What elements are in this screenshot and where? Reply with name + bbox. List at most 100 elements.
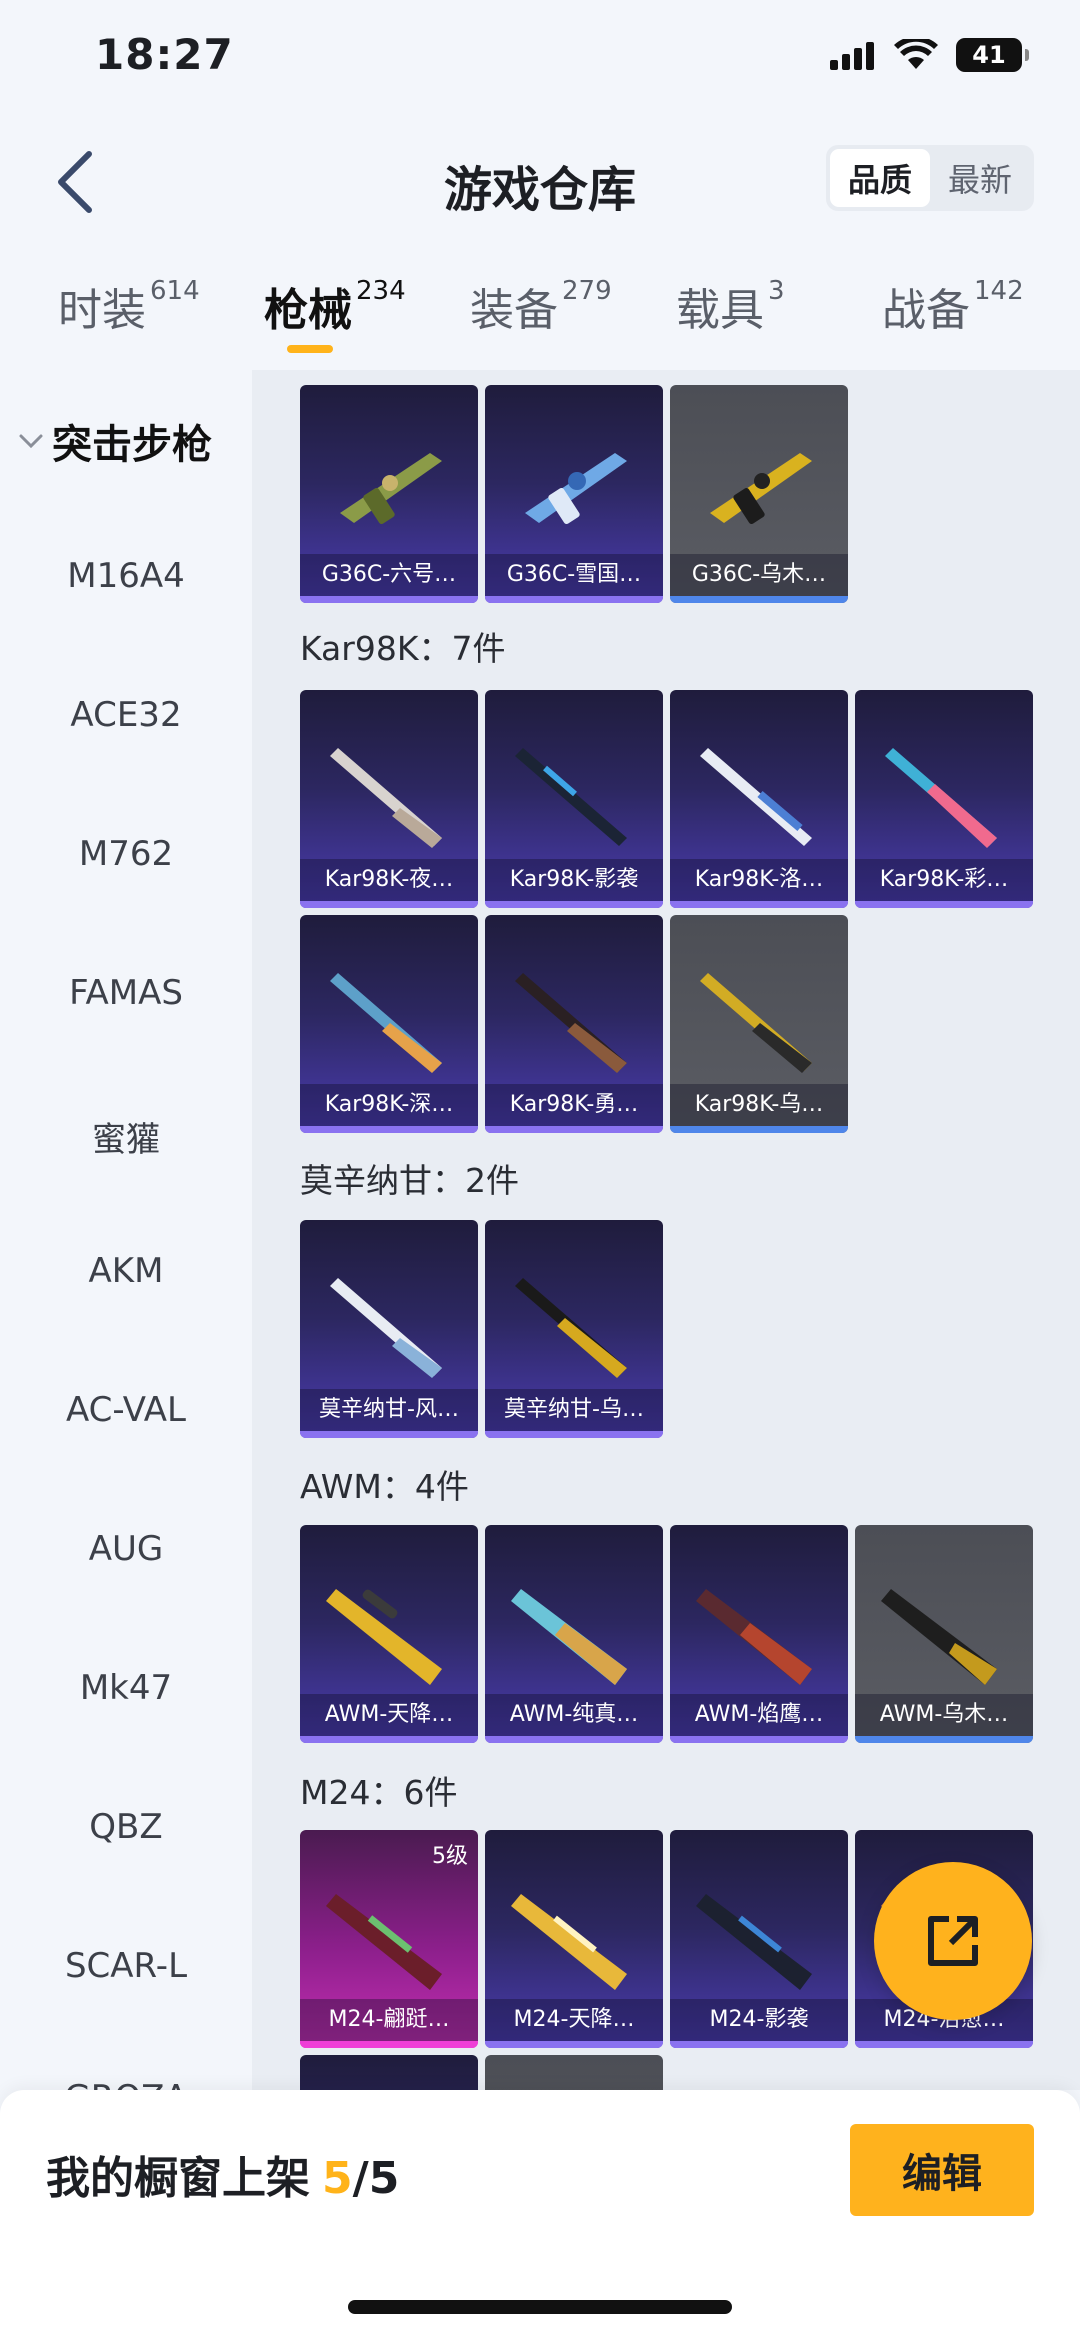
external-link-icon [928,1916,978,1966]
sort-newest-button[interactable]: 最新 [930,149,1030,207]
weapon-card[interactable]: Kar98K-夜… [300,690,478,908]
showcase-total: /5 [352,2153,400,2204]
weapon-card[interactable] [300,2055,478,2090]
weapon-type-sidebar: 突击步枪 M16A4 ACE32 M762 FAMAS 蜜獾 AKM AC-VA… [0,370,252,2090]
weapon-card[interactable]: AWM-纯真… [485,1525,663,1743]
weapon-card[interactable]: G36C-乌木… [670,385,848,603]
home-indicator [348,2300,732,2314]
weapon-name: M24-天降… [485,1999,663,2041]
tab-label: 载具 [676,285,764,336]
group-title: M24：6件 [300,1773,458,1812]
weapon-card[interactable]: Kar98K-乌… [670,915,848,1133]
weapon-card[interactable]: Kar98K-深… [300,915,478,1133]
sniper-rifle-icon [885,748,997,848]
weapon-card[interactable]: G36C-雪国… [485,385,663,603]
group-title: AWM：4件 [300,1467,469,1506]
sidebar-item-scar-l[interactable]: SCAR-L [0,1946,252,1986]
wifi-icon [894,39,938,69]
tab-count: 142 [974,276,1024,306]
sidebar-item-mk47[interactable]: Mk47 [0,1668,252,1708]
sidebar-item-ace32[interactable]: ACE32 [0,695,252,735]
tab-label: 枪械 [264,285,352,336]
rifle-icon [525,453,627,525]
weapon-name: Kar98K-夜… [300,859,478,901]
sidebar-item-groza[interactable]: GROZA [0,2078,252,2090]
weapon-name: 莫辛纳甘-乌… [485,1389,663,1431]
tab-fashion[interactable]: 时装 614 [58,274,200,338]
sidebar-item-m762[interactable]: M762 [0,834,252,874]
status-icons: 41 [830,38,1029,72]
weapon-card[interactable]: Kar98K-洛… [670,690,848,908]
weapon-card[interactable]: G36C-六号… [300,385,478,603]
tab-count: 614 [150,276,200,306]
weapon-card[interactable] [485,2055,663,2090]
sniper-rifle-icon [326,1589,442,1685]
sniper-rifle-icon [515,973,627,1073]
cellular-signal-icon [830,42,874,70]
weapon-name: Kar98K-影袭 [485,859,663,901]
weapon-card[interactable]: Kar98K-勇… [485,915,663,1133]
showcase-count: 5 [322,2153,353,2204]
back-button[interactable] [40,142,110,222]
sniper-rifle-icon [700,973,812,1073]
status-bar: 18:27 41 [0,0,1080,120]
weapon-name: AWM-天降… [300,1694,478,1736]
edit-button[interactable]: 编辑 [850,2124,1034,2216]
battery-icon: 41 [956,38,1029,72]
active-tab-indicator [287,345,333,353]
sniper-rifle-icon [700,748,812,846]
weapon-card[interactable]: AWM-乌木… [855,1525,1033,1743]
sniper-rifle-icon [330,973,442,1073]
weapon-name: G36C-乌木… [670,554,848,596]
weapon-card[interactable]: Kar98K-彩… [855,690,1033,908]
sniper-rifle-icon [881,1589,997,1685]
weapon-name: M24-翩跹… [300,1999,478,2041]
group-title: Kar98K：7件 [300,629,506,668]
weapon-name: AWM-焰鹰… [670,1694,848,1736]
weapon-name: 莫辛纳甘-风… [300,1389,478,1431]
chevron-down-icon [19,434,43,449]
weapon-card[interactable]: AWM-天降… [300,1525,478,1743]
rifle-icon [340,453,442,525]
tab-label: 装备 [470,285,558,336]
weapon-card[interactable]: AWM-焰鹰… [670,1525,848,1743]
sidebar-item-famas[interactable]: FAMAS [0,973,252,1013]
weapon-card[interactable]: 5级 M24-翩跹… [300,1830,478,2048]
tab-supplies[interactable]: 战备 142 [882,274,1024,338]
weapon-name: G36C-雪国… [485,554,663,596]
sidebar-item-m16a4[interactable]: M16A4 [0,556,252,596]
sidebar-item-qbz[interactable]: QBZ [0,1807,252,1847]
group-title: 莫辛纳甘：2件 [300,1161,519,1200]
weapon-card[interactable]: M24-天降… [485,1830,663,2048]
sidebar-item-akm[interactable]: AKM [0,1251,252,1291]
sniper-rifle-icon [515,1278,627,1378]
weapon-card[interactable]: 莫辛纳甘-风… [300,1220,478,1438]
weapon-card[interactable]: Kar98K-影袭 [485,690,663,908]
tab-count: 3 [768,276,785,306]
category-tabs: 时装 614 枪械 234 装备 279 载具 3 战备 142 [0,260,1080,370]
tab-guns[interactable]: 枪械 234 [264,274,406,338]
sort-quality-button[interactable]: 品质 [830,149,930,207]
tab-equipment[interactable]: 装备 279 [470,274,612,338]
sidebar-category-label: 突击步枪 [52,422,212,468]
weapon-name: Kar98K-彩… [855,859,1033,901]
sidebar-item-aug[interactable]: AUG [0,1529,252,1569]
sidebar-item-honey-badger[interactable]: 蜜獾 [0,1112,252,1161]
weapon-name: AWM-纯真… [485,1694,663,1736]
weapon-name: Kar98K-洛… [670,859,848,901]
tab-label: 时装 [58,285,146,336]
weapon-name: Kar98K-乌… [670,1084,848,1126]
weapon-card[interactable]: 莫辛纳甘-乌… [485,1220,663,1438]
sort-toggle: 品质 最新 [826,145,1034,211]
share-fab-button[interactable] [874,1862,1032,2020]
sidebar-item-ac-val[interactable]: AC-VAL [0,1390,252,1430]
weapon-name: G36C-六号… [300,554,478,596]
sniper-rifle-icon [696,1894,812,1990]
header: 游戏仓库 品质 最新 [0,120,1080,240]
tab-vehicles[interactable]: 载具 3 [676,274,785,338]
tab-count: 279 [562,276,612,306]
sniper-rifle-icon [515,748,627,846]
sidebar-category-assault-rifle[interactable]: 突击步枪 [18,412,212,470]
weapon-card[interactable]: M24-影袭 [670,1830,848,2048]
back-arrow-icon [58,151,92,213]
